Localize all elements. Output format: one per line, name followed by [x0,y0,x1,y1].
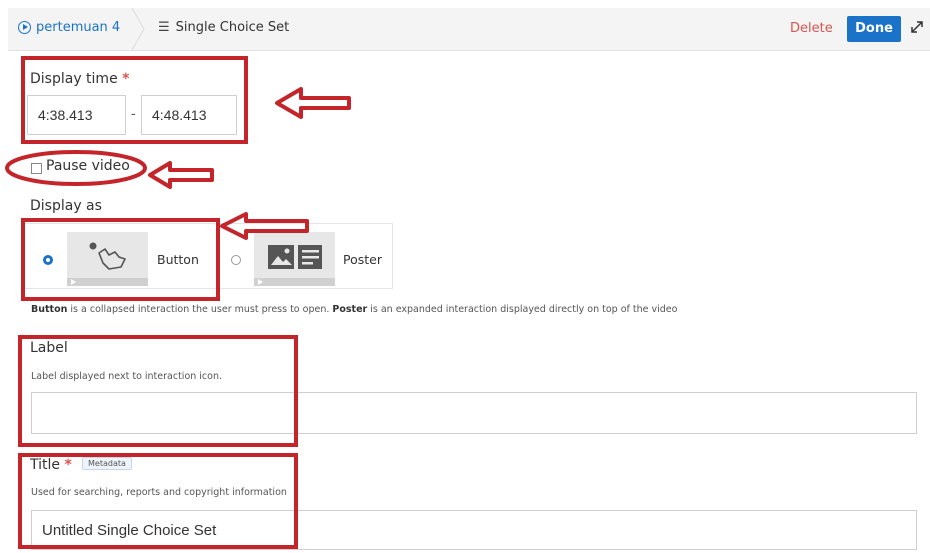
arrow-left-icon [220,212,309,240]
arrow-left-icon [275,87,351,119]
arrow-left-icon [148,161,214,189]
annotation-overlay [5,87,351,240]
annotation-ellipse-pause-video [5,150,147,186]
